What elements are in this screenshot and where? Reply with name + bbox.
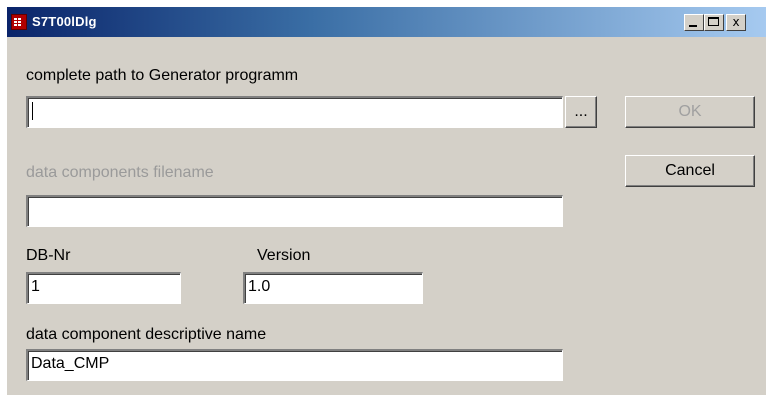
browse-button[interactable]: ... [565,96,597,128]
db-nr-label: DB-Nr [26,247,71,264]
db-nr-value: 1 [31,278,40,295]
data-components-filename-label: data components filename [26,164,214,181]
browse-button-label: ... [574,103,588,120]
data-components-filename-input[interactable] [26,195,563,227]
version-value: 1.0 [248,278,271,295]
title-bar[interactable]: S7T00lDlg x [7,7,766,37]
descriptive-name-input[interactable]: Data_CMP [26,349,563,381]
generator-path-input[interactable] [26,96,563,128]
maximize-button[interactable] [704,14,724,31]
close-button[interactable]: x [726,14,746,31]
version-input[interactable]: 1.0 [243,272,423,304]
minimize-icon [689,25,697,27]
minimize-button[interactable] [684,14,704,31]
window-title: S7T00lDlg [32,14,97,29]
app-icon[interactable] [11,14,27,30]
close-icon: x [732,15,740,29]
cancel-button-label: Cancel [665,162,715,179]
generator-path-label: complete path to Generator programm [26,67,299,84]
maximize-icon [708,17,719,26]
db-nr-input[interactable]: 1 [26,272,181,304]
version-label: Version [257,247,311,264]
text-caret [32,101,33,120]
descriptive-name-value: Data_CMP [31,355,110,372]
ok-button[interactable]: OK [625,96,755,128]
descriptive-name-label: data component descriptive name [26,326,267,343]
cancel-button[interactable]: Cancel [625,155,755,187]
dialog-window: S7T00lDlg x complete path to Generator p… [6,6,766,395]
ok-button-label: OK [678,103,702,120]
